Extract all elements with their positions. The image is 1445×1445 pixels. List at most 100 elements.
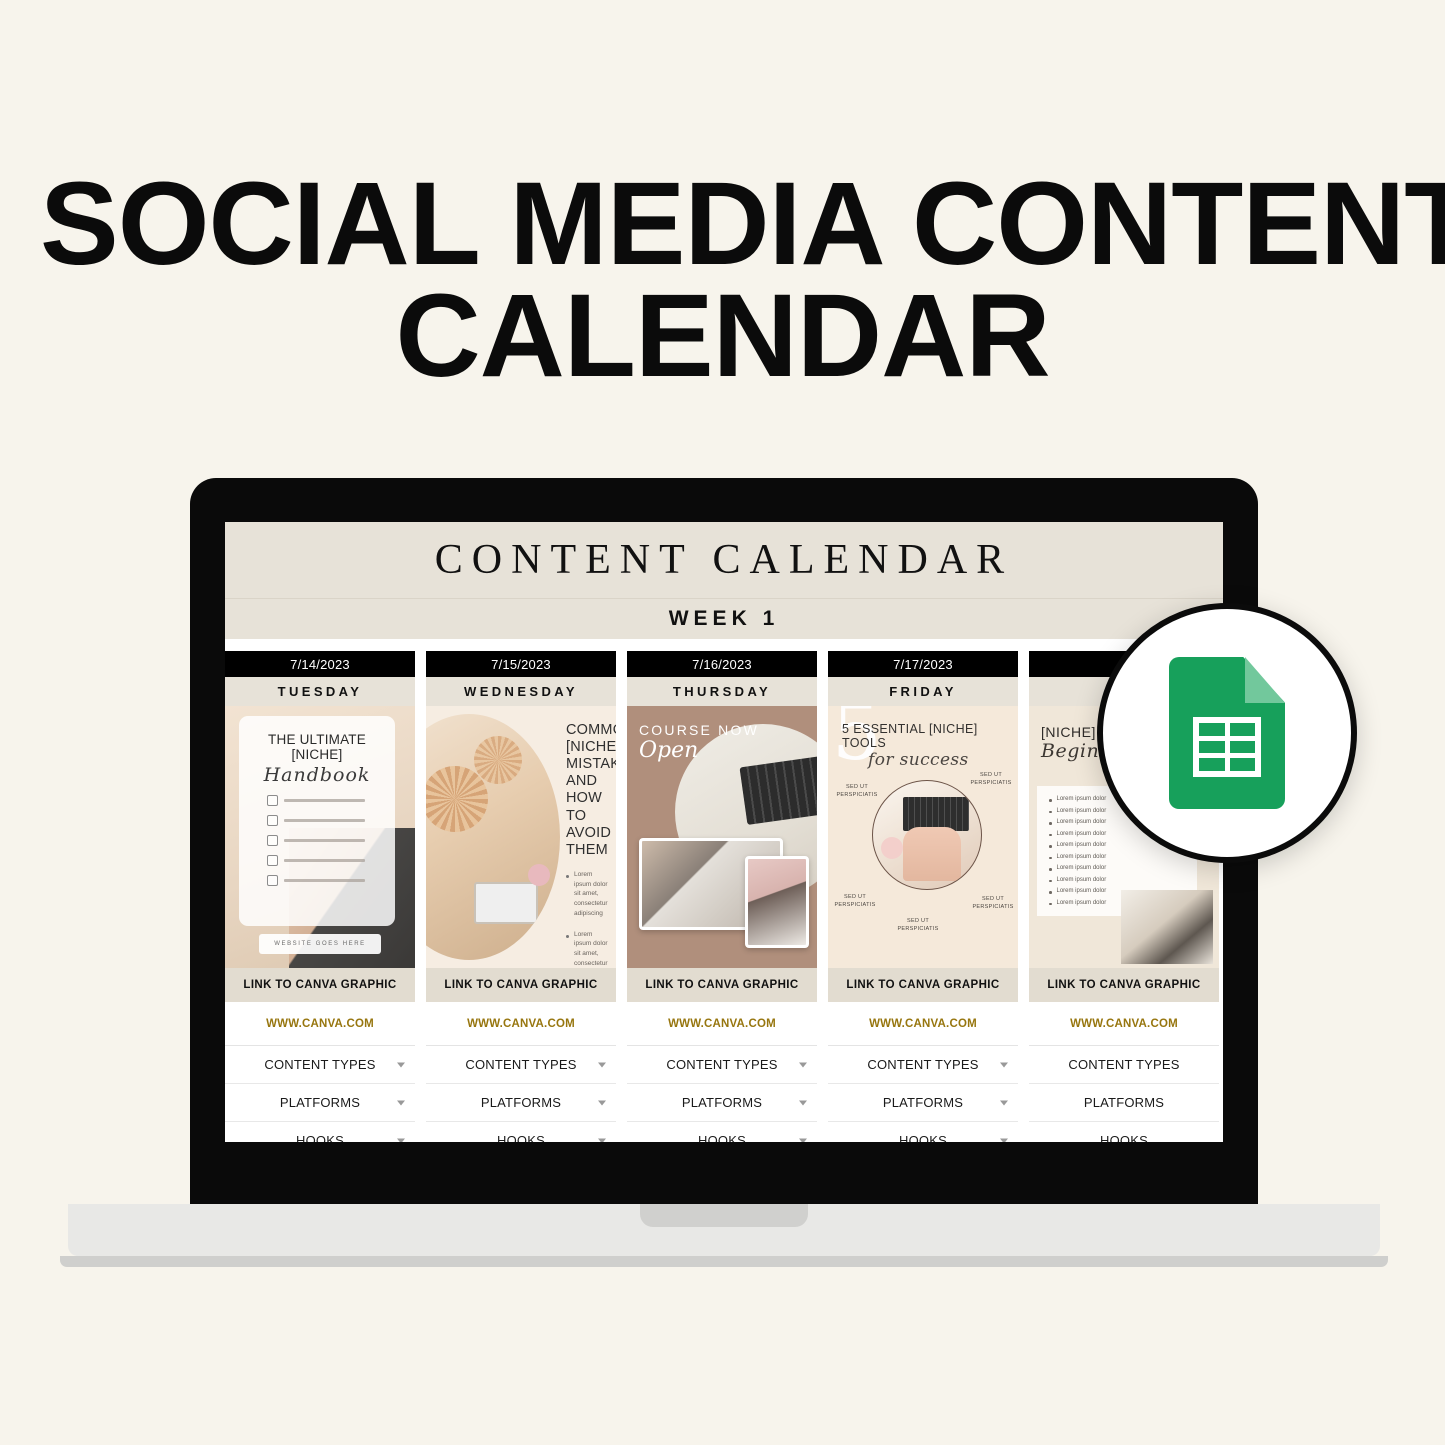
platforms-dropdown[interactable]: PLATFORMS <box>828 1084 1018 1122</box>
canva-link-label: LINK TO CANVA GRAPHIC <box>627 968 817 1003</box>
bullet-dot-icon <box>566 874 569 878</box>
hooks-label: HOOKS <box>296 1133 344 1142</box>
hooks-label: HOOKS <box>899 1133 947 1142</box>
art-common-niche-mistakes: COMMON [NICHE] MISTAKES AND HOW TO AVOID… <box>426 706 616 968</box>
content-types-label: CONTENT TYPES <box>1068 1057 1180 1072</box>
graphic-preview[interactable]: COMMON [NICHE] MISTAKES AND HOW TO AVOID… <box>426 706 616 968</box>
chevron-down-icon[interactable] <box>397 1138 405 1142</box>
canva-url-link[interactable]: WWW.CANVA.COM <box>426 1003 616 1046</box>
checkbox-icon <box>267 875 278 886</box>
sheets-grid-glyph <box>1193 717 1261 777</box>
graphic-preview[interactable]: COURSE NOW Open <box>627 706 817 968</box>
canva-url-link[interactable]: WWW.CANVA.COM <box>627 1003 817 1046</box>
art-script-heading: for success <box>868 750 969 770</box>
chevron-down-icon[interactable] <box>598 1062 606 1067</box>
art-text-block: COMMON [NICHE] MISTAKES AND HOW TO AVOID… <box>566 722 616 968</box>
bullet-text: Lorem ipsum dolor <box>1056 796 1107 802</box>
graphic-preview[interactable]: THE ULTIMATE [NICHE] Handbook WEBSITE GO… <box>225 706 415 968</box>
platforms-dropdown[interactable]: PLATFORMS <box>627 1084 817 1122</box>
spreadsheet-title: CONTENT CALENDAR <box>225 522 1223 599</box>
platforms-dropdown[interactable]: PLATFORMS <box>426 1084 616 1122</box>
graphic-preview[interactable]: 5 5 ESSENTIAL [NICHE] TOOLS for success … <box>828 706 1018 968</box>
bullet-text: Lorem ipsum dolor <box>1056 865 1107 871</box>
paper-fan-decor <box>474 736 522 784</box>
bullet-dot-icon <box>1049 868 1052 871</box>
art-heading-row: COURSE NOW Open <box>639 722 805 763</box>
platforms-dropdown[interactable]: PLATFORMS <box>1029 1084 1219 1122</box>
hooks-dropdown[interactable]: HOOKS <box>1029 1122 1219 1142</box>
chevron-down-icon[interactable] <box>397 1062 405 1067</box>
hooks-dropdown[interactable]: HOOKS <box>627 1122 817 1142</box>
canva-url-link[interactable]: WWW.CANVA.COM <box>828 1003 1018 1046</box>
checkbox-icon <box>267 855 278 866</box>
content-types-label: CONTENT TYPES <box>666 1057 778 1072</box>
checklist-item <box>267 815 381 826</box>
spreadsheet-week-label: WEEK 1 <box>225 599 1223 639</box>
page-title-line-2: CALENDAR <box>395 270 1050 403</box>
content-types-dropdown[interactable]: CONTENT TYPES <box>627 1046 817 1084</box>
content-types-label: CONTENT TYPES <box>867 1057 979 1072</box>
laptop-photo <box>1121 890 1213 964</box>
bullet-dot-icon <box>1049 902 1052 905</box>
art-script-heading: Open <box>639 738 699 763</box>
checkbox-icon <box>267 835 278 846</box>
content-types-label: CONTENT TYPES <box>465 1057 577 1072</box>
canva-link-label: LINK TO CANVA GRAPHIC <box>225 968 415 1003</box>
chevron-down-icon[interactable] <box>799 1100 807 1105</box>
day-column-friday: 7/17/2023 FRIDAY 5 5 ESSENTIAL [NICHE] T… <box>828 651 1018 1142</box>
chevron-down-icon[interactable] <box>1000 1100 1008 1105</box>
chevron-down-icon[interactable] <box>598 1138 606 1142</box>
date-cell: 7/14/2023 <box>225 651 415 677</box>
chevron-down-icon[interactable] <box>1000 1062 1008 1067</box>
content-types-dropdown[interactable]: CONTENT TYPES <box>426 1046 616 1084</box>
hooks-dropdown[interactable]: HOOKS <box>828 1122 1018 1142</box>
canva-url-link[interactable]: WWW.CANVA.COM <box>225 1003 415 1046</box>
chevron-down-icon[interactable] <box>799 1138 807 1142</box>
platforms-dropdown[interactable]: PLATFORMS <box>225 1084 415 1122</box>
callout-label: SED UT PERSPICIATIS <box>897 918 939 932</box>
calendar-columns: 7/14/2023 TUESDAY THE ULTIMATE [NICHE] H… <box>225 651 1223 1142</box>
bullet-text: Lorem ipsum dolor sit amet, consectetur … <box>574 930 608 967</box>
art-5-essential-niche-tools: 5 5 ESSENTIAL [NICHE] TOOLS for success … <box>828 706 1018 968</box>
bullet-dot-icon <box>1049 810 1052 813</box>
hooks-dropdown[interactable]: HOOKS <box>426 1122 616 1142</box>
checklist-line <box>284 879 365 882</box>
column-gap <box>817 651 828 1142</box>
art-heading: 5 ESSENTIAL [NICHE] TOOLS <box>842 722 978 750</box>
art-website-button: WEBSITE GOES HERE <box>259 934 381 954</box>
hooks-label: HOOKS <box>497 1133 545 1142</box>
day-column-thursday: 7/16/2023 THURSDAY COURSE NOW Open LINK … <box>627 651 817 1142</box>
chevron-down-icon[interactable] <box>799 1062 807 1067</box>
chevron-down-icon[interactable] <box>397 1100 405 1105</box>
bullet-item: Lorem ipsum dolor sit amet, consectetur … <box>566 930 608 968</box>
bullet-text: Lorem ipsum dolor <box>1056 807 1107 814</box>
date-cell: 7/17/2023 <box>828 651 1018 677</box>
bullet-dot-icon <box>1049 879 1052 882</box>
art-heading: COMMON [NICHE] MISTAKES AND HOW TO AVOID… <box>566 722 616 858</box>
flower-decor <box>528 864 550 886</box>
chevron-down-icon[interactable] <box>598 1100 606 1105</box>
column-gap <box>1018 651 1029 1142</box>
art-course-now-open: COURSE NOW Open <box>627 706 817 968</box>
cup-decor <box>881 837 903 859</box>
callout-label: SED UT PERSPICIATIS <box>836 784 878 798</box>
keyboard-photo <box>739 753 817 825</box>
content-types-dropdown[interactable]: CONTENT TYPES <box>1029 1046 1219 1084</box>
hands-photo <box>903 827 961 881</box>
bullet-text: Lorem ipsum dolor <box>1056 842 1107 848</box>
art-heading-row: 5 ESSENTIAL [NICHE] TOOLS for success <box>842 722 1012 770</box>
bullet-dot-icon <box>566 934 569 938</box>
bullet-dot-icon <box>1049 822 1052 825</box>
art-panel: THE ULTIMATE [NICHE] Handbook <box>239 716 395 926</box>
canva-url-link[interactable]: WWW.CANVA.COM <box>1029 1003 1219 1046</box>
bullet-text: Lorem ipsum dolor <box>1056 853 1107 860</box>
content-types-dropdown[interactable]: CONTENT TYPES <box>828 1046 1018 1084</box>
platforms-label: PLATFORMS <box>480 1095 562 1110</box>
content-types-dropdown[interactable]: CONTENT TYPES <box>225 1046 415 1084</box>
keyboard-photo <box>903 797 969 831</box>
page-title: SOCIAL MEDIA CONTENT CALENDAR <box>0 165 1445 403</box>
canva-link-label: LINK TO CANVA GRAPHIC <box>426 968 616 1003</box>
bullet-item: Lorem ipsum dolor sit amet, consectetur … <box>566 870 608 919</box>
hooks-dropdown[interactable]: HOOKS <box>225 1122 415 1142</box>
chevron-down-icon[interactable] <box>1000 1138 1008 1142</box>
